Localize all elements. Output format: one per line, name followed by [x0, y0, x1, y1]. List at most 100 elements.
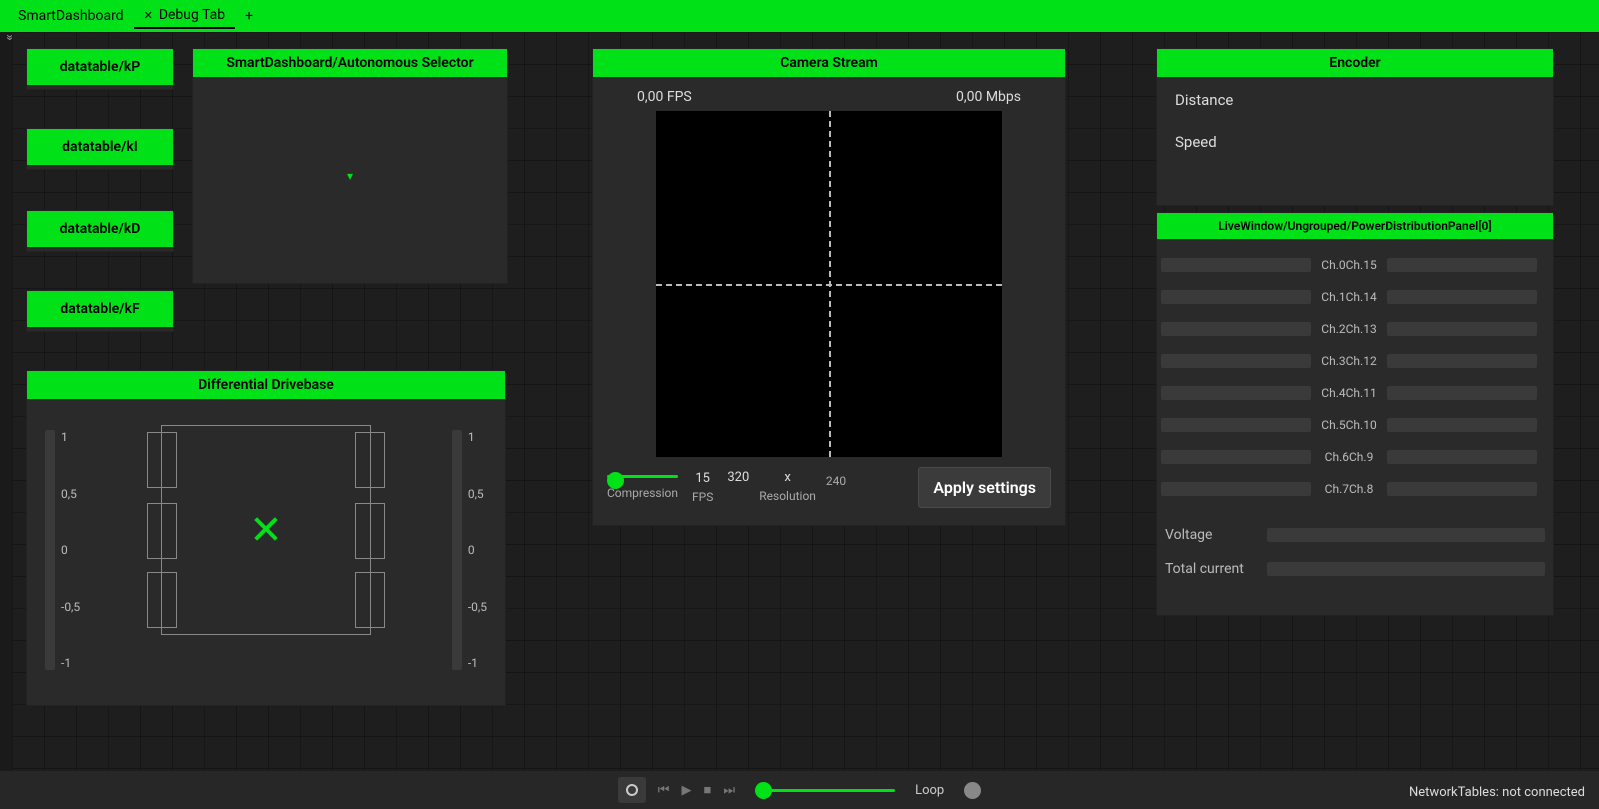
channel-label: Ch.7Ch.8 [1313, 482, 1385, 496]
tick: -0,5 [468, 600, 487, 614]
camera-viewport [656, 111, 1002, 457]
channel-label: Ch.5Ch.10 [1313, 418, 1385, 432]
compression-slider[interactable] [607, 475, 678, 478]
tile-title: Differential Drivebase [27, 371, 505, 399]
tile-title: SmartDashboard/Autonomous Selector [193, 49, 507, 77]
tick: 1 [468, 430, 487, 444]
tab-bar: SmartDashboard ✕ Debug Tab + [0, 0, 1599, 32]
channel-bar-right [1387, 258, 1537, 272]
channel-label: Ch.3Ch.12 [1313, 354, 1385, 368]
voltage-label: Voltage [1165, 527, 1257, 543]
tile-autonomous-selector[interactable]: SmartDashboard/Autonomous Selector ▾ [192, 48, 508, 284]
channel-bar-left [1161, 386, 1311, 400]
fps-value[interactable]: 15 [692, 471, 713, 486]
loop-end-handle[interactable] [964, 782, 981, 799]
tick: 1 [61, 430, 80, 444]
tile-title: Encoder [1157, 49, 1553, 77]
channel-label: Ch.1Ch.14 [1313, 290, 1385, 304]
tile-ki[interactable]: datatable/kI [26, 128, 174, 170]
record-icon [626, 784, 638, 796]
channel-bar-right [1387, 290, 1537, 304]
wheel-icon [355, 503, 385, 559]
pdp-channel-row: Ch.6Ch.9 [1161, 441, 1549, 473]
right-axis-track[interactable] [452, 430, 462, 670]
stop-icon[interactable]: ■ [704, 782, 712, 798]
channel-bar-left [1161, 258, 1311, 272]
tick: 0 [468, 543, 487, 557]
dropdown-caret-icon[interactable]: ▾ [193, 169, 507, 183]
channel-bar-right [1387, 418, 1537, 432]
tile-differential-drivebase[interactable]: Differential Drivebase 1 0,5 0 -0,5 -1 [26, 370, 506, 706]
tick: 0,5 [61, 487, 80, 501]
tab-label: SmartDashboard [18, 8, 124, 24]
play-icon[interactable]: ▶ [682, 783, 692, 798]
pdp-channel-row: Ch.3Ch.12 [1161, 345, 1549, 377]
skip-back-icon[interactable]: ⏮ [658, 783, 670, 798]
pdp-channel-row: Ch.1Ch.14 [1161, 281, 1549, 313]
voltage-bar [1267, 528, 1545, 542]
playback-bar: ⏮ ▶ ■ ⏭ Loop [0, 771, 1599, 809]
left-axis-track[interactable] [45, 430, 55, 670]
tile-title: datatable/kI [27, 129, 173, 165]
tile-kd[interactable]: datatable/kD [26, 210, 174, 252]
res-x: x [759, 470, 816, 485]
channel-bar-right [1387, 450, 1537, 464]
pdp-channel-row: Ch.7Ch.8 [1161, 473, 1549, 505]
tile-pdp[interactable]: LiveWindow/Ungrouped/PowerDistributionPa… [1156, 212, 1554, 616]
res-width[interactable]: 320 [727, 470, 749, 485]
channel-bar-right [1387, 482, 1537, 496]
channel-label: Ch.4Ch.11 [1313, 386, 1385, 400]
plus-icon: + [245, 8, 253, 24]
res-height[interactable]: 240 [826, 474, 846, 488]
tile-title: datatable/kD [27, 211, 173, 247]
channel-bar-left [1161, 418, 1311, 432]
tick: -0,5 [61, 600, 80, 614]
tile-camera-stream[interactable]: Camera Stream 0,00 FPS 0,00 Mbps Compres… [592, 48, 1066, 526]
channel-label: Ch.2Ch.13 [1313, 322, 1385, 336]
tab-label: Debug Tab [159, 7, 225, 23]
wheel-icon [147, 572, 177, 628]
channel-bar-left [1161, 354, 1311, 368]
apply-settings-button[interactable]: Apply settings [918, 467, 1051, 508]
camera-mbps-readout: 0,00 Mbps [956, 89, 1021, 105]
fps-label: FPS [692, 490, 713, 504]
skip-forward-icon[interactable]: ⏭ [723, 783, 735, 798]
tick: 0 [61, 543, 80, 557]
wheel-icon [147, 503, 177, 559]
channel-bar-left [1161, 450, 1311, 464]
channel-bar-right [1387, 386, 1537, 400]
tab-smartdashboard[interactable]: SmartDashboard [8, 4, 134, 28]
pdp-channel-row: Ch.2Ch.13 [1161, 313, 1549, 345]
channel-bar-right [1387, 354, 1537, 368]
loop-label: Loop [915, 783, 944, 798]
connection-status: NetworkTables: not connected [1409, 785, 1585, 800]
tile-title: datatable/kP [27, 49, 173, 85]
loop-slider[interactable] [755, 789, 895, 792]
channel-bar-right [1387, 322, 1537, 336]
pdp-channel-row: Ch.5Ch.10 [1161, 409, 1549, 441]
channel-bar-left [1161, 322, 1311, 336]
wheel-icon [355, 432, 385, 488]
encoder-speed-label: Speed [1175, 133, 1535, 151]
add-tab-button[interactable]: + [235, 4, 263, 28]
tile-kp[interactable]: datatable/kP [26, 48, 174, 90]
dashboard-canvas: datatable/kP datatable/kI datatable/kD d… [12, 32, 1599, 771]
total-current-label: Total current [1165, 561, 1257, 577]
robot-diagram: ✕ [161, 425, 371, 635]
tab-debug[interactable]: ✕ Debug Tab [134, 3, 236, 29]
tile-title: Camera Stream [593, 49, 1065, 77]
tick: 0,5 [468, 487, 487, 501]
right-axis: 1 0,5 0 -0,5 -1 [452, 405, 487, 695]
close-icon[interactable]: ✕ [144, 9, 153, 22]
tick: -1 [61, 656, 80, 670]
camera-fps-readout: 0,00 FPS [637, 89, 692, 105]
tile-encoder[interactable]: Encoder Distance Speed [1156, 48, 1554, 206]
channel-bar-left [1161, 482, 1311, 496]
channel-label: Ch.6Ch.9 [1313, 450, 1385, 464]
tile-kf[interactable]: datatable/kF [26, 290, 174, 332]
tile-title: LiveWindow/Ungrouped/PowerDistributionPa… [1157, 213, 1553, 239]
wheel-icon [355, 572, 385, 628]
pdp-channel-row: Ch.4Ch.11 [1161, 377, 1549, 409]
record-button[interactable] [618, 777, 646, 803]
wheel-icon [147, 432, 177, 488]
